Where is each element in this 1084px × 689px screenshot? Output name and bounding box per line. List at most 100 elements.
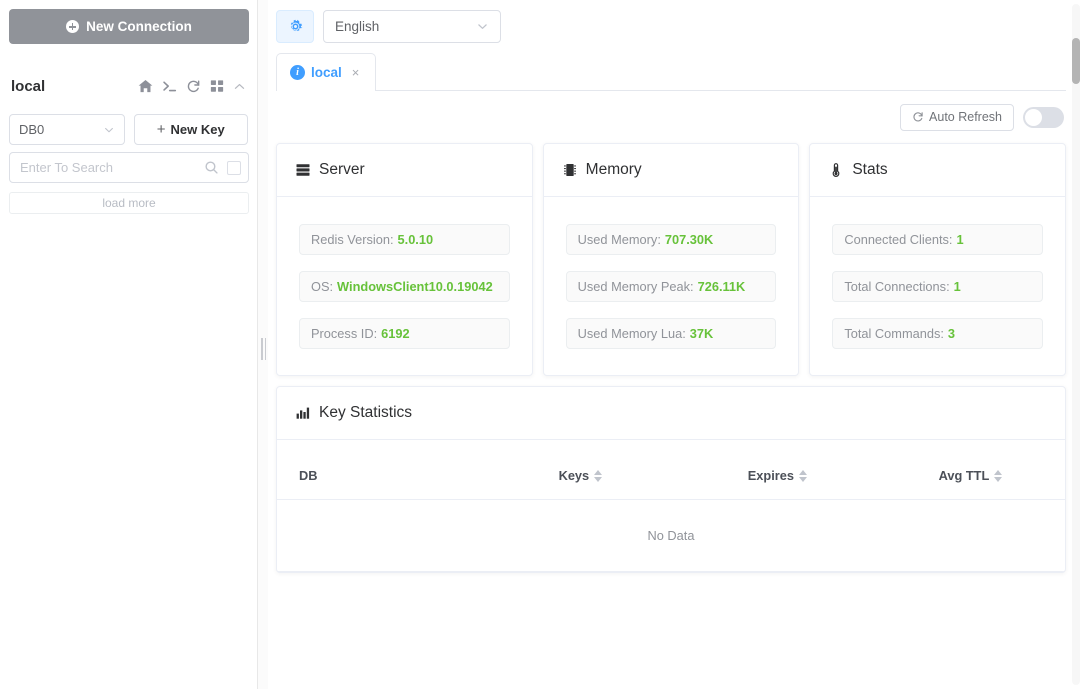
plus-icon: +	[156, 121, 166, 138]
card-title: Stats	[852, 161, 888, 178]
tab-local[interactable]: i local ×	[276, 53, 376, 91]
top-toolbar: English	[268, 0, 1084, 53]
db-select[interactable]: DB0	[9, 114, 125, 145]
close-icon[interactable]: ×	[352, 65, 360, 80]
db-select-value: DB0	[19, 122, 45, 137]
card-memory: Memory Used Memory: 707.30K Used Memory …	[542, 143, 800, 376]
auto-refresh-button[interactable]: Auto Refresh	[900, 103, 1014, 131]
stat-value: 707.30K	[664, 232, 714, 247]
info-icon: i	[290, 65, 305, 80]
main-panel: English i local × Auto Refresh Server Re…	[258, 0, 1084, 689]
key-search-box[interactable]	[9, 152, 249, 183]
language-value: English	[335, 19, 380, 34]
load-more-button[interactable]: load more	[9, 192, 249, 214]
stat-label: Total Commands:	[844, 326, 944, 341]
sidebar: New Connection local DB0 + New Key Enter…	[0, 0, 258, 689]
stat-item: Used Memory Peak: 726.11K	[565, 271, 777, 302]
sort-icon[interactable]	[594, 469, 603, 482]
grid-icon[interactable]	[210, 79, 224, 93]
plus-circle-icon	[66, 20, 80, 33]
splitter-drag-handle[interactable]	[261, 338, 266, 360]
stat-value: 5.0.10	[397, 232, 434, 247]
sort-icon[interactable]	[994, 469, 1003, 482]
vertical-scrollbar[interactable]	[1072, 4, 1080, 685]
chevron-down-icon	[103, 124, 115, 136]
panel-header: Key Statistics	[277, 387, 1065, 440]
gear-icon	[287, 18, 304, 35]
stat-item: Process ID: 6192	[299, 318, 510, 349]
column-header-avg-ttl[interactable]: Avg TTL	[875, 440, 1065, 500]
thermometer-icon	[828, 162, 844, 178]
home-icon[interactable]	[138, 79, 153, 94]
tab-strip: i local ×	[268, 53, 1084, 91]
auto-refresh-toggle[interactable]	[1023, 106, 1064, 128]
dashboard-content: Auto Refresh Server Redis Version: 5.0.1…	[268, 91, 1084, 689]
stat-label: Process ID:	[311, 326, 378, 341]
column-header-keys[interactable]: Keys	[481, 440, 679, 500]
chevron-up-icon[interactable]	[233, 80, 246, 93]
stat-label: OS:	[311, 279, 334, 294]
new-key-label: New Key	[170, 122, 225, 137]
card-server: Server Redis Version: 5.0.10 OS: Windows…	[276, 143, 533, 376]
stat-item: Used Memory Lua: 37K	[565, 318, 777, 349]
splitter-bar	[261, 338, 263, 360]
column-header-db: DB	[277, 440, 482, 500]
new-key-button[interactable]: + New Key	[133, 114, 248, 145]
column-label: Expires	[747, 468, 794, 483]
console-icon[interactable]	[162, 79, 177, 94]
refresh-icon[interactable]	[186, 79, 201, 94]
connection-name: local	[11, 77, 46, 95]
new-connection-label: New Connection	[86, 19, 192, 34]
refresh-icon	[912, 111, 924, 123]
stat-label: Used Memory:	[577, 232, 661, 247]
card-body: Connected Clients: 1 Total Connections: …	[810, 197, 1065, 375]
stat-item: Redis Version: 5.0.10	[299, 224, 510, 255]
memory-chip-icon	[562, 162, 578, 178]
stat-value: 1	[953, 279, 961, 294]
card-stats: Stats Connected Clients: 1 Total Connect…	[809, 143, 1067, 376]
search-exact-checkbox[interactable]	[227, 160, 241, 175]
stat-value: 726.11K	[697, 279, 746, 294]
table-head: DB Keys Expires Avg TTL	[277, 440, 1065, 500]
column-header-expires[interactable]: Expires	[678, 440, 876, 500]
stat-label: Connected Clients:	[844, 232, 953, 247]
key-statistics-panel: Key Statistics DB Keys Expires Avg TTL N…	[276, 386, 1066, 573]
card-body: Redis Version: 5.0.10 OS: WindowsClient1…	[277, 197, 532, 375]
server-rack-icon	[295, 162, 311, 178]
connection-action-icons	[138, 79, 246, 94]
new-connection-button[interactable]: New Connection	[9, 9, 249, 44]
stat-value: 37K	[689, 326, 714, 341]
load-more-label: load more	[102, 196, 156, 210]
language-select[interactable]: English	[323, 10, 501, 43]
stat-item: Total Connections: 1	[832, 271, 1044, 302]
column-label: Keys	[558, 468, 590, 483]
stat-label: Used Memory Peak:	[577, 279, 694, 294]
refresh-controls: Auto Refresh	[276, 91, 1066, 143]
panel-splitter[interactable]	[258, 0, 268, 689]
empty-text: No Data	[277, 499, 1065, 572]
stat-item: Connected Clients: 1	[832, 224, 1044, 255]
card-header: Memory	[543, 144, 799, 197]
stat-label: Used Memory Lua:	[577, 326, 686, 341]
table-body: No Data	[277, 499, 1065, 572]
table-empty-row: No Data	[277, 499, 1065, 572]
card-title: Memory	[585, 161, 642, 178]
card-header: Stats	[810, 144, 1066, 197]
card-body: Used Memory: 707.30K Used Memory Peak: 7…	[544, 197, 799, 375]
stat-value: 1	[956, 232, 964, 247]
key-statistics-table: DB Keys Expires Avg TTL No Data	[277, 440, 1065, 572]
sort-icon[interactable]	[799, 469, 807, 482]
settings-button[interactable]	[276, 10, 314, 43]
search-input[interactable]	[20, 160, 204, 175]
scrollbar-thumb[interactable]	[1072, 38, 1080, 84]
table-header-row: DB Keys Expires Avg TTL	[277, 440, 1065, 500]
stat-item: Used Memory: 707.30K	[565, 224, 777, 255]
panel-title: Key Statistics	[319, 404, 413, 421]
db-and-newkey-row: DB0 + New Key	[9, 114, 248, 145]
search-icon[interactable]	[204, 160, 219, 175]
stat-value: WindowsClient10.0.19042	[337, 279, 493, 294]
toggle-knob	[1025, 108, 1042, 126]
bar-chart-icon	[295, 405, 311, 421]
stat-value: 6192	[381, 326, 410, 341]
app-root: New Connection local DB0 + New Key Enter…	[0, 0, 1084, 689]
